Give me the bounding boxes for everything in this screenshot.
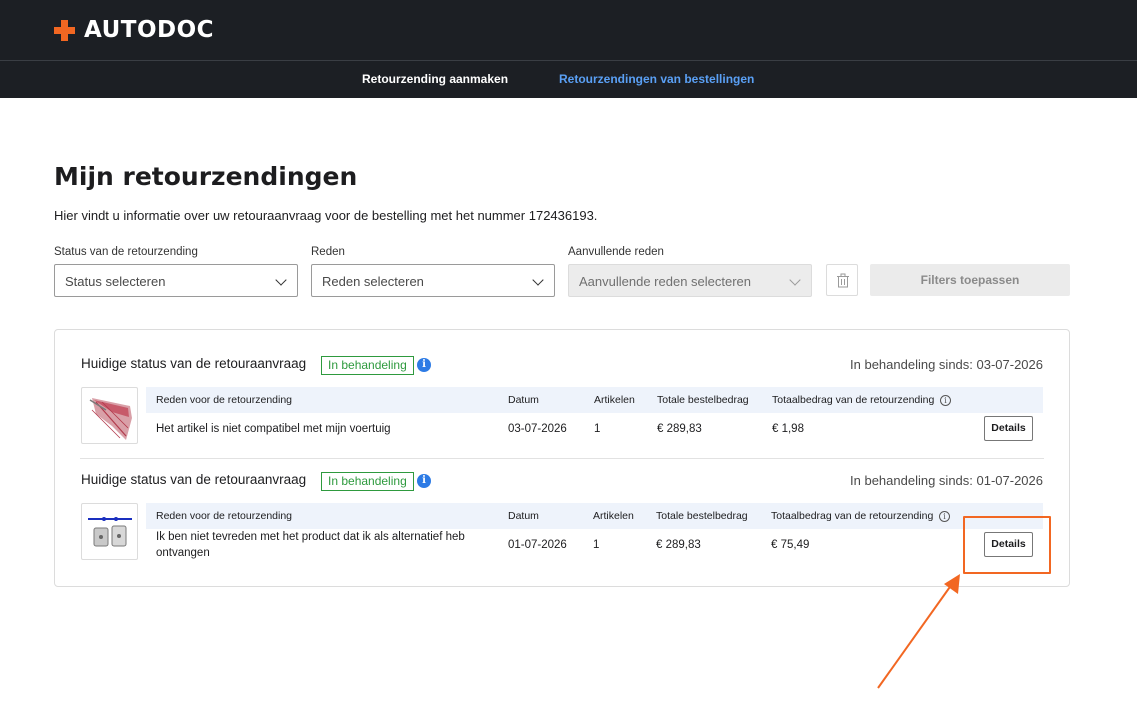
brake-pad-sensor-image	[89, 398, 132, 440]
th-items: Artikelen	[594, 394, 635, 406]
th-date: Datum	[508, 510, 539, 522]
info-outline-icon[interactable]: i	[939, 511, 950, 522]
intro-text: Hier vindt u informatie over uw retouraa…	[54, 208, 598, 223]
th-date: Datum	[508, 394, 539, 406]
cell-items: 1	[594, 423, 601, 435]
chevron-down-icon	[789, 274, 801, 286]
cell-reason: Ik ben niet tevreden met het product dat…	[156, 531, 465, 559]
th-reason: Reden voor de retourzending	[156, 510, 293, 522]
apply-filters-button[interactable]: Filters toepassen	[870, 264, 1070, 296]
cell-date: 03-07-2026	[508, 423, 567, 435]
chevron-down-icon	[275, 274, 287, 286]
status-since: In behandeling sinds: 01-07-2026	[850, 473, 1043, 488]
cell-order-total: € 289,83	[657, 423, 702, 435]
trash-icon	[837, 273, 849, 288]
cell-reason: Het artikel is niet compatibel met mijn …	[156, 423, 391, 435]
brake-clip-image	[88, 517, 132, 547]
status-select[interactable]: Status selecteren	[54, 264, 298, 297]
highlight-box	[963, 516, 1051, 574]
extra-reason-select-placeholder: Aanvullende reden selecteren	[579, 274, 752, 289]
info-outline-icon[interactable]: i	[940, 395, 951, 406]
clear-filters-button[interactable]	[826, 264, 858, 296]
status-badge: In behandeling	[321, 356, 414, 375]
th-items: Artikelen	[593, 510, 634, 522]
cell-items: 1	[593, 539, 600, 551]
cell-date: 01-07-2026	[508, 539, 567, 551]
table-header: Reden voor de retourzending Datum Artike…	[146, 503, 1043, 529]
nav-create-return[interactable]: Retourzending aanmaken	[362, 72, 508, 86]
logo-text: AUTODOC	[84, 17, 215, 43]
product-thumbnail	[81, 387, 138, 444]
return-status-title: Huidige status van de retouraanvraag	[81, 356, 307, 371]
reason-select-placeholder: Reden selecteren	[322, 274, 424, 289]
reason-filter-label: Reden	[311, 246, 345, 258]
top-header: AUTODOC	[0, 0, 1137, 60]
th-order-total: Totale bestelbedrag	[656, 510, 748, 522]
table-header: Reden voor de retourzending Datum Artike…	[146, 387, 1043, 413]
cell-return-total: € 75,49	[771, 539, 810, 551]
th-reason: Reden voor de retourzending	[156, 394, 293, 406]
autodoc-logo[interactable]: AUTODOC	[54, 16, 214, 44]
return-status-title: Huidige status van de retouraanvraag	[81, 472, 307, 487]
th-return-total: Totaalbedrag van de retourzending	[771, 510, 934, 522]
annotation-arrow-icon	[877, 574, 960, 689]
info-icon[interactable]: i	[417, 358, 431, 372]
reason-select[interactable]: Reden selecteren	[311, 264, 555, 297]
th-return-total: Totaalbedrag van de retourzending	[772, 394, 935, 406]
nav-bar: Retourzending aanmaken Retourzendingen v…	[0, 60, 1137, 98]
details-button[interactable]: Details	[984, 416, 1033, 441]
nav-order-returns[interactable]: Retourzendingen van bestellingen	[559, 72, 754, 86]
extra-reason-filter-label: Aanvullende reden	[568, 246, 664, 258]
status-badge: In behandeling	[321, 472, 414, 491]
plus-logo-icon	[54, 19, 75, 41]
product-thumbnail	[81, 503, 138, 560]
row-divider	[80, 458, 1044, 459]
status-select-placeholder: Status selecteren	[65, 274, 166, 289]
cell-order-total: € 289,83	[656, 539, 701, 551]
status-since: In behandeling sinds: 03-07-2026	[850, 357, 1043, 372]
extra-reason-select[interactable]: Aanvullende reden selecteren	[568, 264, 812, 297]
info-icon[interactable]: i	[417, 474, 431, 488]
page-title: Mijn retourzendingen	[54, 162, 358, 191]
th-order-total: Totale bestelbedrag	[657, 394, 749, 406]
status-filter-label: Status van de retourzending	[54, 246, 198, 258]
chevron-down-icon	[532, 274, 544, 286]
cell-return-total: € 1,98	[772, 423, 804, 435]
